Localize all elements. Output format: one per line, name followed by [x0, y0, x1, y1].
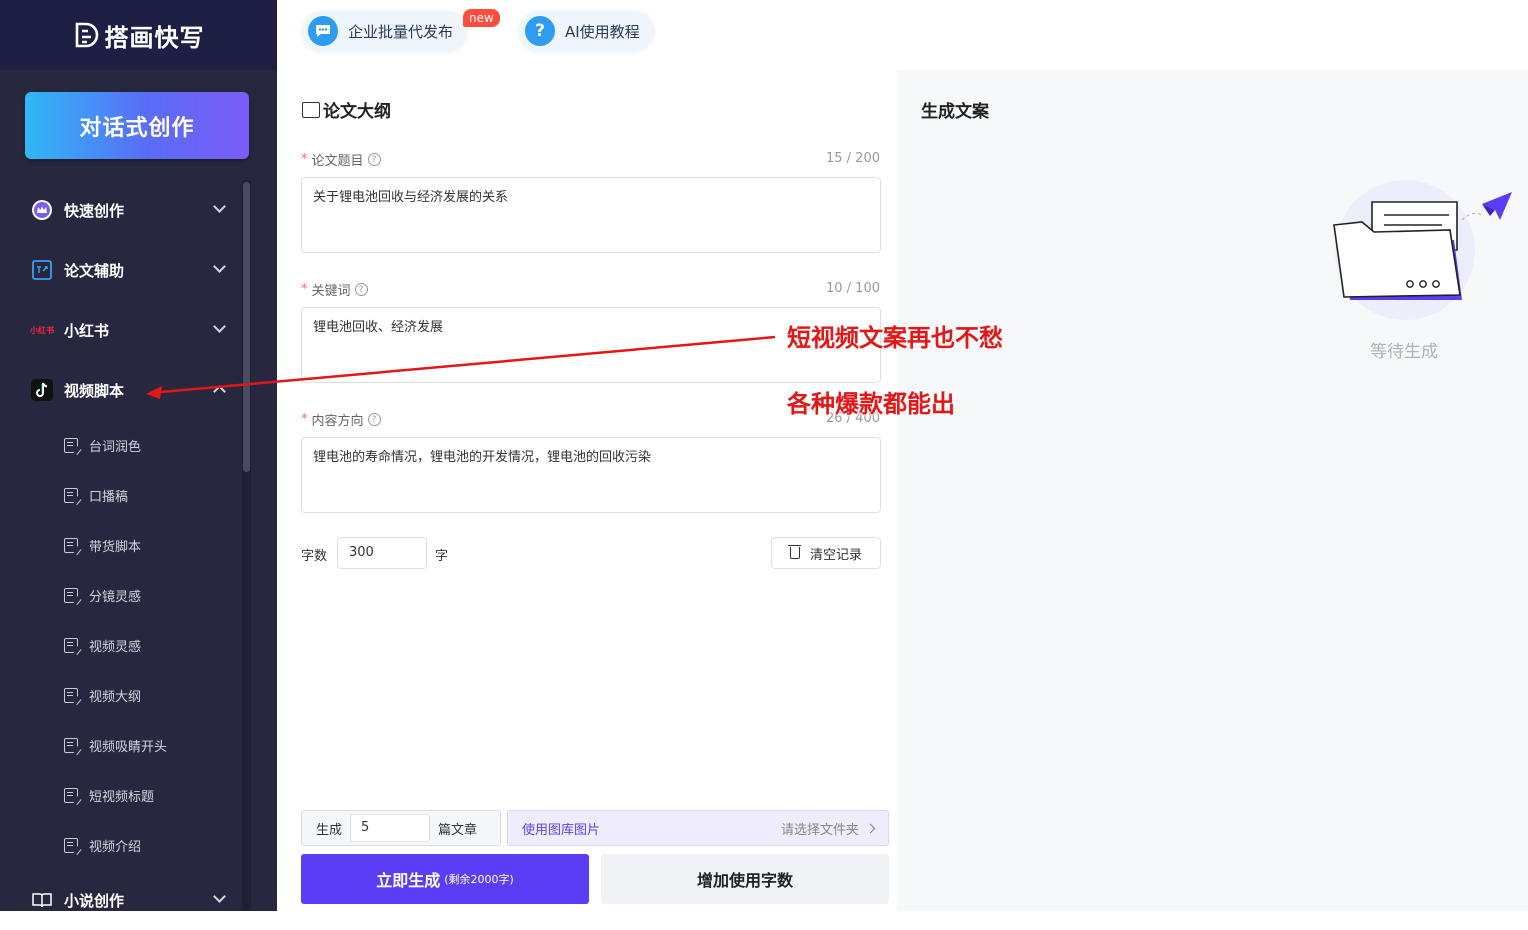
ai-tutorial-button[interactable]: ? AI使用教程 [519, 11, 654, 51]
sidebar-item-video-hook[interactable]: 视频吸睛开头 [0, 720, 242, 770]
word-count-unit: 字 [435, 549, 449, 564]
document-edit-icon [64, 737, 78, 753]
sidebar-item-video-outline[interactable]: 视频大纲 [0, 670, 242, 720]
panel-title: 论文大纲 [302, 97, 391, 122]
sidebar-item-storyboard[interactable]: 分镜灵感 [0, 570, 242, 620]
crown-icon [30, 198, 54, 222]
paper-assist-icon [30, 258, 54, 282]
topic-label: * 论文题目? [301, 150, 381, 169]
chevron-up-icon [213, 385, 226, 398]
waiting-text: 等待生成 [1370, 342, 1438, 362]
nav-group-video-script[interactable]: 视频脚本 [0, 360, 242, 420]
sidebar-scrollbar-thumb[interactable] [243, 182, 250, 472]
keywords-label: * 关键词? [301, 280, 368, 299]
book-icon [30, 888, 54, 912]
result-title: 生成文案 [921, 102, 989, 122]
chevron-down-icon [213, 260, 226, 273]
chevron-down-icon [213, 890, 226, 903]
sidebar-item-video-intro[interactable]: 视频介绍 [0, 820, 242, 870]
document-edit-icon [64, 487, 78, 503]
clear-history-button[interactable]: 清空记录 [771, 537, 881, 569]
sidebar-item-label: 台词润色 [89, 439, 142, 455]
sidebar-item-video-idea[interactable]: 视频灵感 [0, 620, 242, 670]
help-icon[interactable]: ? [367, 413, 381, 426]
brand-name: 搭画快写 [104, 23, 205, 52]
document-edit-icon [64, 587, 78, 603]
word-count-label: 字数 [301, 549, 328, 564]
xiaohongshu-icon: 小红书 [30, 325, 54, 335]
chevron-right-icon [865, 823, 876, 833]
topic-counter: 15 / 200 [826, 151, 880, 166]
document-edit-icon [64, 637, 78, 653]
nav-group-xiaohongshu[interactable]: 小红书 小红书 [0, 300, 242, 360]
direction-label: * 内容方向? [301, 410, 381, 429]
sidebar-nav: 快速创作 论文辅助 小红书 小红书 视频脚本 台词润色 口播稿 带货脚本 分镜灵… [0, 180, 242, 930]
book-outline-icon [302, 101, 320, 118]
chat-bubble-icon [308, 16, 338, 46]
annotation-text-1: 短视频文案再也不愁 [787, 324, 1003, 352]
article-count-box: 生成 5 篇文章 [301, 810, 501, 846]
dialog-create-button[interactable]: 对话式创作 [25, 92, 249, 159]
gallery-folder-select[interactable]: 使用图库图片 请选择文件夹 [507, 810, 889, 846]
document-edit-icon [64, 537, 78, 553]
sidebar-item-label: 口播稿 [89, 489, 129, 505]
new-badge: new [463, 9, 500, 27]
topbar: 企业批量代发布 new ? AI使用教程 [277, 0, 1528, 70]
brand[interactable]: 搭画快写 [0, 0, 277, 70]
sidebar-item-voiceover[interactable]: 口播稿 [0, 470, 242, 520]
nav-group-label: 论文辅助 [64, 261, 125, 280]
question-icon: ? [525, 16, 555, 46]
trash-icon [787, 545, 801, 559]
sidebar-item-line-polish[interactable]: 台词润色 [0, 420, 242, 470]
logo-icon [75, 22, 98, 48]
sidebar: 搭画快写 对话式创作 快速创作 论文辅助 小红书 小红书 视频脚本 台词润色 口… [0, 0, 277, 911]
article-count-input[interactable]: 5 [350, 814, 431, 842]
nav-group-label: 快速创作 [64, 201, 125, 220]
sidebar-item-label: 分镜灵感 [89, 589, 142, 605]
topic-textarea[interactable]: 关于锂电池回收与经济发展的关系 [301, 177, 881, 253]
result-panel: 生成文案 等待生成 [897, 70, 1528, 911]
ai-tutorial-label: AI使用教程 [565, 22, 640, 41]
nav-group-label: 视频脚本 [64, 381, 125, 400]
nav-group-label: 小说创作 [64, 891, 125, 910]
nav-group-novel[interactable]: 小说创作 [0, 870, 242, 930]
sidebar-item-label: 视频灵感 [89, 639, 142, 655]
tiktok-icon [30, 378, 54, 402]
document-edit-icon [64, 837, 78, 853]
nav-group-quick-create[interactable]: 快速创作 [0, 180, 242, 240]
sidebar-item-sales-script[interactable]: 带货脚本 [0, 520, 242, 570]
empty-folder-illustration [1333, 180, 1512, 320]
annotation-text-2: 各种爆款都能出 [787, 390, 955, 418]
sidebar-item-label: 视频吸睛开头 [89, 739, 168, 755]
form-panel: 论文大纲 * 论文题目? 15 / 200 关于锂电池回收与经济发展的关系 * 关键… [277, 70, 897, 911]
generate-now-button[interactable]: 立即生成 (剩余2000字) [301, 854, 589, 904]
enterprise-publish-label: 企业批量代发布 [348, 22, 454, 41]
keywords-counter: 10 / 100 [826, 281, 880, 296]
gallery-label: 使用图库图片 [522, 822, 601, 838]
document-edit-icon [64, 787, 78, 803]
help-icon[interactable]: ? [367, 153, 381, 166]
word-count-input[interactable]: 300 [337, 537, 427, 569]
sidebar-item-label: 视频介绍 [89, 839, 142, 855]
sidebar-item-short-video-title[interactable]: 短视频标题 [0, 770, 242, 820]
gallery-placeholder: 请选择文件夹 [781, 819, 876, 838]
document-edit-icon [64, 437, 78, 453]
document-edit-icon [64, 687, 78, 703]
nav-group-label: 小红书 [64, 321, 110, 340]
sidebar-item-label: 短视频标题 [89, 789, 155, 805]
direction-textarea[interactable]: 锂电池的寿命情况，锂电池的开发情况，锂电池的回收污染 [301, 437, 881, 513]
help-icon[interactable]: ? [354, 283, 368, 296]
nav-group-paper-assist[interactable]: 论文辅助 [0, 240, 242, 300]
chevron-down-icon [213, 320, 226, 333]
sidebar-item-label: 带货脚本 [89, 539, 142, 555]
enterprise-publish-button[interactable]: 企业批量代发布 [302, 11, 468, 51]
chevron-down-icon [213, 200, 226, 213]
sidebar-item-label: 视频大纲 [89, 689, 142, 705]
add-word-quota-button[interactable]: 增加使用字数 [601, 854, 889, 904]
